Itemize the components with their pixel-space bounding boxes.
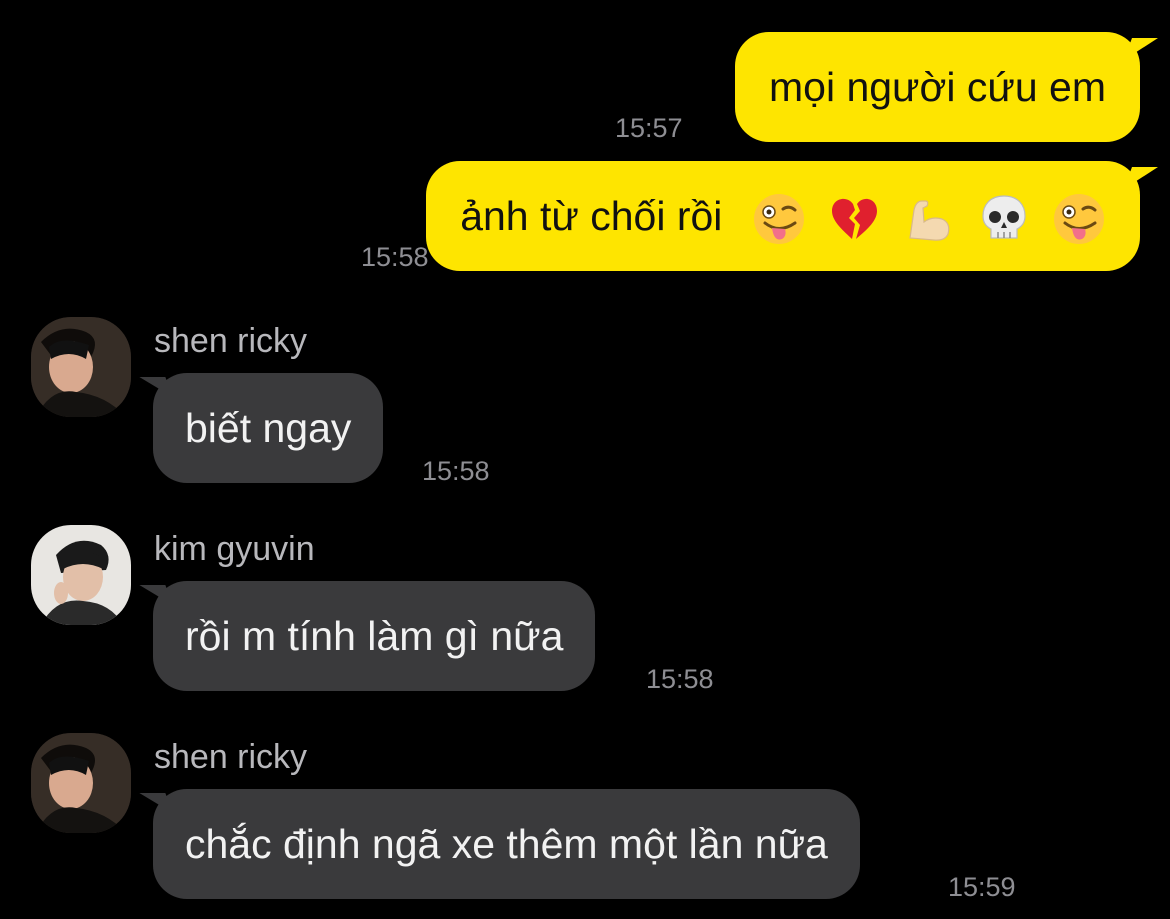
- skull-icon: [982, 195, 1026, 239]
- message-text: ảnh từ chối rồi: [460, 193, 723, 239]
- incoming-message-bubble[interactable]: chắc định ngã xe thêm một lần nữa: [153, 789, 860, 899]
- avatar-photo: [31, 525, 131, 625]
- message-timestamp: 15:58: [361, 242, 429, 272]
- avatar-photo: [31, 733, 131, 833]
- message-timestamp: 15:58: [646, 664, 714, 694]
- message-text: mọi người cứu em: [769, 64, 1106, 110]
- zany-face-icon: [1054, 194, 1104, 245]
- incoming-message-bubble[interactable]: biết ngay: [153, 373, 384, 483]
- outgoing-message-bubble[interactable]: ảnh từ chối rồi: [426, 161, 1140, 271]
- zany-face-icon: [753, 194, 804, 245]
- broken-heart-icon: [831, 198, 877, 240]
- avatar-photo: [31, 317, 131, 417]
- sender-name: shen ricky: [154, 322, 308, 360]
- avatar-shen-ricky[interactable]: [31, 317, 131, 417]
- message-text: rồi m tính làm gì nữa: [185, 613, 564, 659]
- message-text: chắc định ngã xe thêm một lần nữa: [185, 821, 828, 867]
- message-timestamp: 15:59: [948, 872, 1016, 902]
- avatar-kim-gyuvin[interactable]: [31, 525, 131, 625]
- message-timestamp: 15:58: [422, 456, 490, 486]
- message-text: biết ngay: [185, 405, 352, 451]
- sender-name: shen ricky: [154, 738, 308, 776]
- incoming-message-bubble[interactable]: rồi m tính làm gì nữa: [153, 581, 596, 691]
- outgoing-message-bubble[interactable]: mọi người cứu em: [735, 32, 1140, 142]
- flexed-biceps-icon: [909, 200, 950, 241]
- emoji-sequence: [744, 192, 1106, 246]
- avatar-shen-ricky[interactable]: [31, 733, 131, 833]
- chat-message-list[interactable]: 15:57 mọi người cứu em 15:58 ảnh từ chối…: [0, 0, 1170, 919]
- message-timestamp: 15:57: [615, 113, 683, 143]
- sender-name: kim gyuvin: [154, 530, 315, 568]
